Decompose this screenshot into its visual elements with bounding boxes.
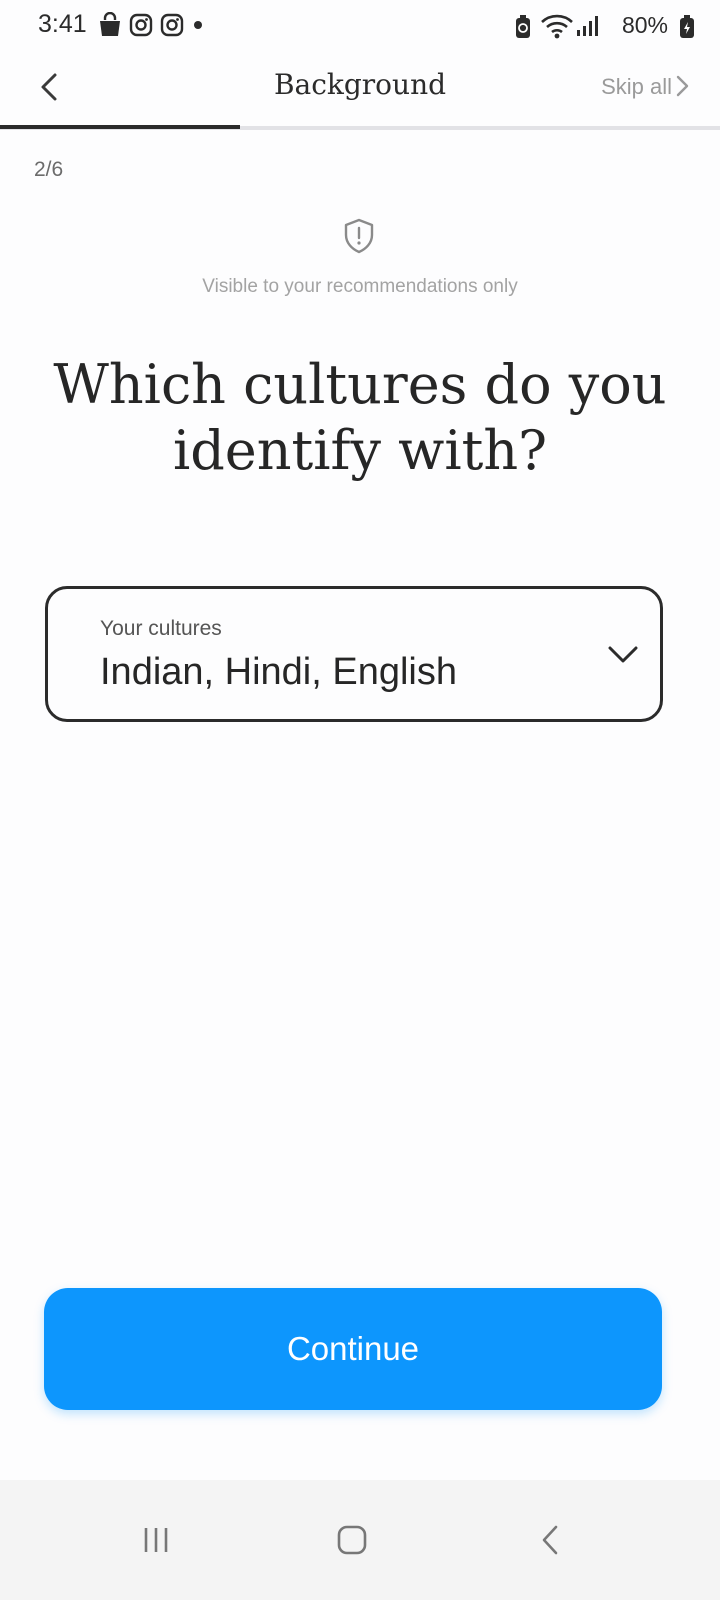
back-icon: [542, 1525, 558, 1555]
cultures-field-label: Your cultures: [100, 617, 222, 640]
shopping-bag-icon: [98, 11, 122, 43]
continue-label: Continue: [286, 1330, 420, 1367]
status-left-icons: [98, 11, 205, 43]
shield-alert-icon: [343, 218, 375, 254]
status-bar: 3:41 80%: [0, 0, 720, 54]
battery-saver-icon: [514, 14, 532, 45]
step-counter: 2/6: [34, 158, 64, 181]
visibility-note: Visible to your recommendations only: [202, 276, 518, 297]
chevron-down-icon: [606, 643, 640, 667]
wifi-icon: [540, 12, 574, 45]
cultures-dropdown[interactable]: Your cultures Indian, Hindi, English: [45, 586, 663, 722]
continue-button[interactable]: Continue: [44, 1288, 662, 1410]
question-line-2: identify with?: [172, 419, 548, 482]
home-button[interactable]: [322, 1510, 382, 1570]
instagram-icon: [160, 13, 184, 42]
system-back-button[interactable]: [520, 1510, 580, 1570]
notification-dot-icon: [191, 18, 205, 37]
question-title: Which cultures do you identify with?: [40, 352, 680, 484]
system-nav-bar: [0, 1480, 720, 1600]
battery-charging-icon: [678, 14, 696, 45]
battery-percent: 80%: [621, 12, 668, 38]
recent-apps-icon: [144, 1528, 168, 1552]
signal-icon: [576, 14, 600, 43]
recent-apps-button[interactable]: [126, 1510, 186, 1570]
cultures-field-value: Indian, Hindi, English: [100, 651, 457, 693]
home-icon: [337, 1525, 367, 1555]
skip-all-button[interactable]: Skip all: [601, 74, 672, 100]
status-time: 3:41: [38, 10, 87, 38]
instagram-icon: [129, 13, 153, 42]
progress-fill: [0, 125, 240, 129]
question-line-1: Which cultures do you: [53, 353, 667, 416]
chevron-right-icon[interactable]: [672, 74, 692, 98]
status-right: 80%: [480, 8, 720, 48]
